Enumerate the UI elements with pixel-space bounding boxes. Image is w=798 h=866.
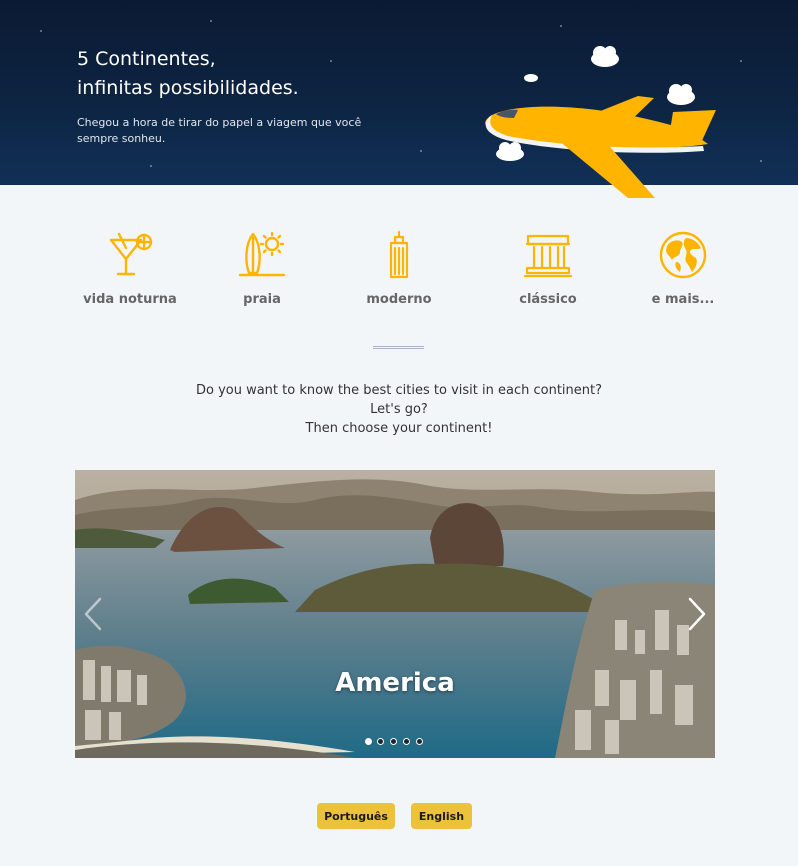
intro-line-2: Let's go?	[370, 402, 428, 417]
intro-text: Do you want to know the best cities to v…	[150, 381, 648, 438]
cocktail-icon	[109, 232, 153, 276]
continent-carousel[interactable]: America	[75, 470, 715, 758]
star-decoration	[210, 20, 212, 22]
carousel-prev-arrow[interactable]	[82, 597, 104, 631]
category-label: praia	[243, 292, 281, 307]
carousel-dot[interactable]	[365, 738, 372, 745]
star-decoration	[740, 60, 742, 62]
category-list: vida noturna praia moderno clássico e ma…	[75, 230, 725, 320]
hero-subtitle: Chegou a hora de tirar do papel a viagem…	[77, 116, 362, 145]
carousel-dot[interactable]	[403, 738, 410, 745]
category-item-classic[interactable]: clássico	[488, 230, 608, 320]
category-item-modern[interactable]: moderno	[339, 230, 459, 320]
category-item-nightlife[interactable]: vida noturna	[70, 230, 190, 320]
category-label: moderno	[366, 292, 432, 307]
skyscraper-icon	[389, 230, 409, 279]
globe-icon	[659, 231, 707, 279]
intro-line-3: Then choose your continent!	[305, 421, 493, 436]
category-label: vida noturna	[83, 292, 177, 307]
star-decoration	[150, 165, 152, 167]
star-decoration	[560, 25, 562, 27]
category-label: e mais...	[651, 292, 715, 307]
airplane-illustration	[485, 46, 716, 198]
carousel-caption: America	[335, 668, 455, 698]
classical-building-icon	[523, 234, 573, 278]
hero-title-line-2: infinitas possibilidades.	[77, 77, 299, 99]
carousel-dot[interactable]	[377, 738, 384, 745]
language-switcher: Português English	[0, 803, 798, 829]
hero-banner: 5 Continentes, infinitas possibilidades.…	[0, 0, 798, 198]
portuguese-button[interactable]: Português	[317, 803, 395, 829]
section-divider	[373, 346, 424, 349]
carousel-dot[interactable]	[390, 738, 397, 745]
hero-title: 5 Continentes, infinitas possibilidades.	[77, 45, 407, 103]
category-item-more[interactable]: e mais...	[623, 230, 743, 320]
category-item-beach[interactable]: praia	[202, 230, 322, 320]
carousel-next-arrow[interactable]	[686, 597, 708, 631]
star-decoration	[760, 160, 762, 162]
category-label: clássico	[519, 292, 577, 307]
star-decoration	[40, 30, 42, 32]
intro-line-1: Do you want to know the best cities to v…	[195, 383, 603, 398]
star-decoration	[420, 150, 422, 152]
surfboard-sun-icon	[238, 231, 286, 277]
slide-image-rio	[75, 470, 715, 758]
english-button[interactable]: English	[411, 803, 472, 829]
carousel-dot[interactable]	[416, 738, 423, 745]
hero-title-line-1: 5 Continentes,	[77, 48, 216, 70]
